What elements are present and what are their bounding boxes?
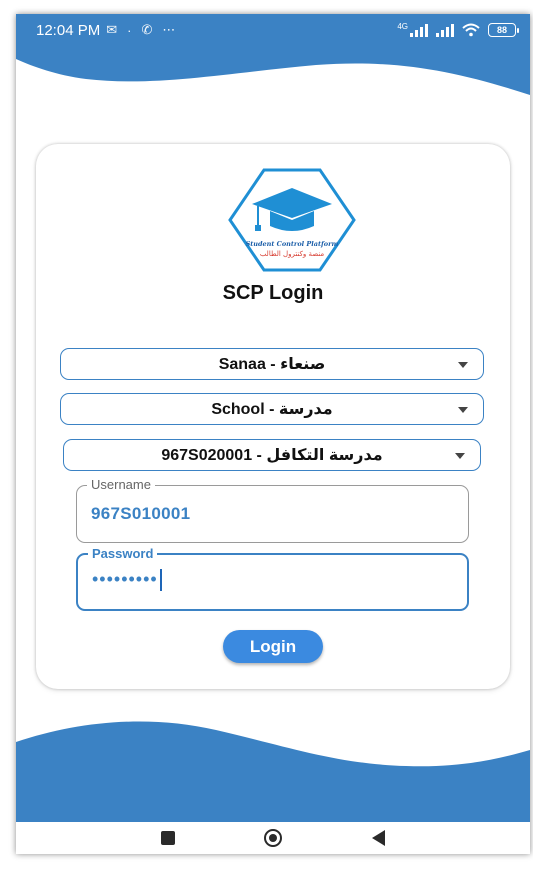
phone-screen: 12:04 PM ✉ · ✆ ⋯ 4G 88 Student Control P… (16, 14, 530, 854)
whatsapp-icon: ✆ (141, 22, 153, 37)
status-time: 12:04 PM (36, 21, 101, 39)
scp-logo: Student Control Platform منصة وكنترول ال… (228, 168, 356, 272)
type-selected: مدرسة - School (211, 401, 333, 418)
more-icon: ⋯ (162, 22, 176, 37)
signal-icon (436, 23, 454, 37)
system-nav-bar (16, 822, 530, 854)
governorate-selected: صنعاء - Sanaa (218, 356, 326, 373)
back-icon[interactable] (372, 830, 386, 846)
status-bar: 12:04 PM ✉ · ✆ ⋯ 4G 88 (16, 14, 530, 46)
recents-icon[interactable] (160, 831, 175, 845)
chevron-down-icon (458, 407, 468, 413)
school-selected: مدرسة التكافل - 967S020001 (161, 447, 383, 464)
top-wave (16, 45, 530, 95)
school-dropdown[interactable]: مدرسة التكافل - 967S020001 (63, 439, 481, 471)
chevron-down-icon (455, 453, 465, 459)
dot-icon: · (127, 22, 132, 38)
password-field[interactable]: Password ••••••••• (76, 546, 469, 611)
wifi-icon (462, 23, 480, 37)
chevron-down-icon (458, 362, 468, 368)
login-card: Student Control Platform منصة وكنترول ال… (36, 144, 510, 689)
network-icon: 4G (397, 23, 428, 37)
mail-icon: ✉ (106, 22, 118, 37)
logo-text-ar: منصة وكنترول الطالب (260, 250, 325, 258)
username-value: 967S010001 (91, 504, 191, 523)
text-cursor (159, 569, 162, 592)
bottom-wave (16, 721, 530, 822)
battery-level: 88 (496, 25, 507, 35)
status-right: 4G 88 (397, 23, 519, 37)
governorate-dropdown[interactable]: صنعاء - Sanaa (60, 348, 484, 380)
login-button[interactable]: Login (223, 630, 323, 663)
battery-icon: 88 (488, 23, 519, 37)
password-label: Password (88, 546, 158, 561)
username-label: Username (87, 477, 155, 492)
logo-text-en: Student Control Platform (246, 240, 339, 248)
password-dots: ••••••••• (92, 569, 158, 589)
notification-icons: ✉ · ✆ ⋯ (106, 22, 175, 38)
type-dropdown[interactable]: مدرسة - School (60, 393, 484, 425)
home-icon[interactable] (264, 829, 283, 847)
network-type-label: 4G (397, 22, 408, 31)
password-value: ••••••••• (92, 569, 162, 592)
page-title: SCP Login (222, 282, 324, 304)
username-field[interactable]: Username 967S010001 (76, 477, 469, 543)
